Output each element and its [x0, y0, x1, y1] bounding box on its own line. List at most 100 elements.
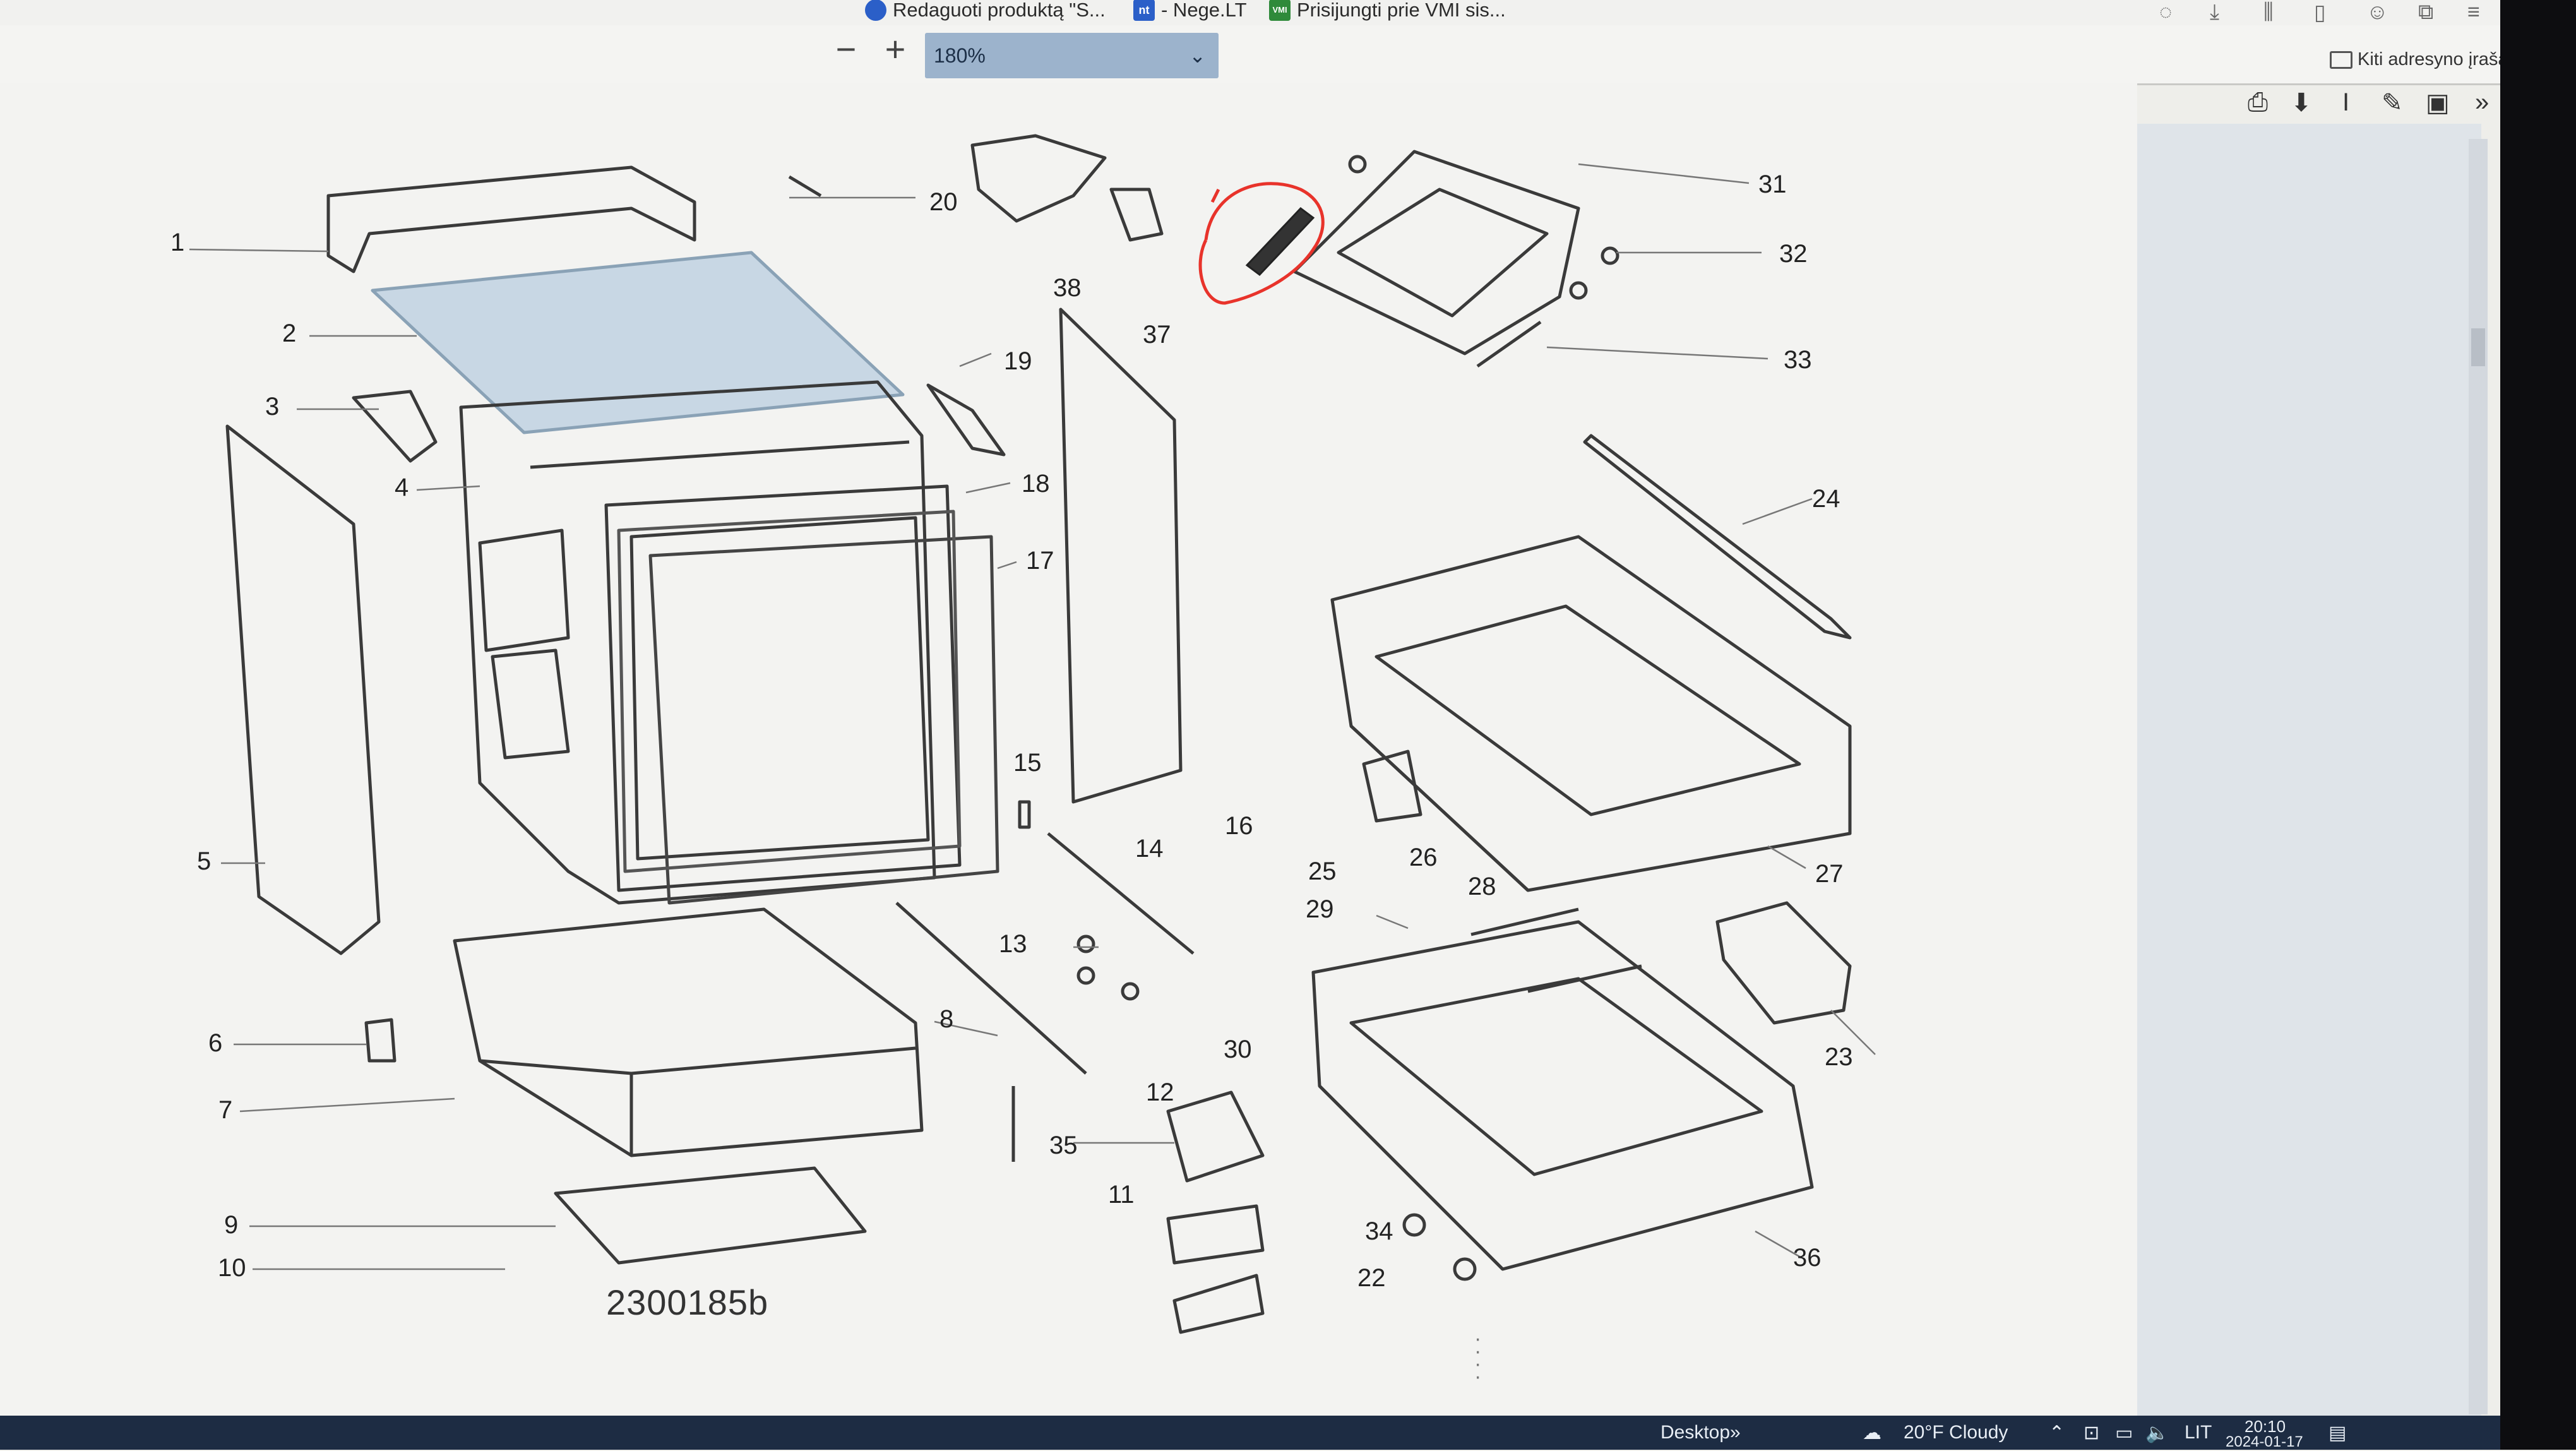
bookmark-label: Redaguoti produktą "S... [893, 0, 1106, 21]
folder-icon [2330, 51, 2352, 69]
desktop-label[interactable]: Desktop [1661, 1422, 1730, 1443]
callout-1: 1 [170, 229, 185, 256]
part-cutlery-basket [1715, 901, 1852, 1025]
callout-31: 31 [1758, 170, 1787, 198]
callout-23: 23 [1825, 1043, 1853, 1071]
part-bracket-19 [926, 383, 1006, 457]
callout-17: 17 [1026, 547, 1054, 575]
callout-13: 13 [999, 930, 1027, 958]
other-bookmarks[interactable]: Kiti adresyno įrašai [2330, 49, 2512, 70]
other-bookmarks-label: Kiti adresyno įrašai [2358, 49, 2512, 69]
highlight-circle [1198, 182, 1325, 305]
reader-view-icon[interactable]: ▯ [2314, 0, 2326, 25]
account-icon[interactable]: ☺ [2366, 0, 2388, 25]
callout-35: 35 [1049, 1132, 1078, 1159]
chevron-down-icon: ⌄ [1189, 44, 1206, 67]
callout-15: 15 [1013, 749, 1042, 777]
download-tray-icon[interactable]: ⤓ [2210, 0, 2219, 25]
print-icon[interactable]: ⎙ [2248, 88, 2268, 117]
volume-icon[interactable]: 🔈 [2145, 1422, 2169, 1444]
drag-handle-icon[interactable]: · · · · [1474, 1328, 1481, 1387]
more-icon[interactable]: » [2475, 88, 2489, 117]
part-clip-25 [1362, 749, 1422, 823]
callout-38: 38 [1053, 274, 1082, 302]
callout-16: 16 [1225, 812, 1253, 840]
image-icon[interactable]: ▣ [2426, 88, 2450, 117]
callout-2: 2 [282, 319, 297, 347]
part-small-15 [1018, 800, 1031, 829]
part-side-panel [225, 424, 381, 955]
callout-6: 6 [208, 1029, 223, 1057]
scrollbar[interactable] [2469, 139, 2488, 1414]
callout-8: 8 [939, 1005, 954, 1033]
callout-28: 28 [1468, 873, 1496, 900]
callout-34: 34 [1365, 1217, 1393, 1245]
part-door-frame [1059, 308, 1183, 804]
chevron-up-icon[interactable]: ⌃ [2049, 1422, 2065, 1444]
zoom-value: 180% [934, 44, 986, 67]
part-clip-6 [364, 1018, 397, 1063]
part-handle [326, 165, 696, 273]
callout-33: 33 [1784, 346, 1812, 374]
callout-27: 27 [1815, 860, 1844, 888]
document-number: 2300185b [606, 1282, 769, 1322]
callout-22: 22 [1357, 1264, 1386, 1292]
scrollbar-thumb[interactable] [2471, 328, 2485, 366]
callout-4: 4 [395, 474, 409, 501]
callout-12: 12 [1146, 1078, 1174, 1106]
history-icon[interactable]: ◌ [2159, 0, 2172, 25]
callout-7: 7 [218, 1096, 233, 1124]
bookmark-vmi-icon: VMI [1269, 0, 1291, 21]
part-bracket-3 [352, 390, 438, 463]
callout-20: 20 [929, 188, 958, 216]
bookmark-vmi[interactable]: VMI Prisijungti prie VMI sis... [1269, 0, 1506, 24]
part-wheel-holder [1166, 1090, 1265, 1183]
bookmark-globe-icon [865, 0, 886, 21]
extensions-icon[interactable]: ⧉ [2418, 0, 2433, 25]
pdf-toolbar [0, 25, 2576, 85]
part-rack-rail [1583, 434, 1852, 640]
bookmark-nege[interactable]: nt - Nege.LT [1133, 0, 1247, 24]
language-indicator[interactable]: LIT [2185, 1422, 2212, 1443]
taskbar-more-icon[interactable]: » [1730, 1422, 1741, 1443]
part-hook-37 [1109, 188, 1164, 242]
part-dispenser [970, 134, 1107, 223]
zoom-out-button[interactable]: − [827, 30, 865, 71]
callout-9: 9 [224, 1211, 239, 1239]
pdf-viewer-margin [2137, 124, 2481, 1416]
clock-date[interactable]: 2024-01-17 [2226, 1433, 2303, 1451]
callout-37: 37 [1143, 321, 1171, 349]
part-rod [895, 902, 1087, 1075]
zoom-in-button[interactable]: + [876, 30, 914, 71]
part-rail [1047, 832, 1195, 955]
weather-text[interactable]: 20°F Cloudy [1904, 1422, 2008, 1443]
zoom-select[interactable]: 180% ⌄ [925, 33, 1219, 78]
bookmark-edit-product[interactable]: Redaguoti produktą "S... [865, 0, 1106, 24]
callout-32: 32 [1779, 240, 1808, 268]
bookmark-label: - Nege.LT [1161, 0, 1247, 21]
display-icon[interactable]: ▭ [2115, 1422, 2133, 1444]
callout-19: 19 [1004, 347, 1032, 375]
bookmark-label: Prisijungti prie VMI sis... [1297, 0, 1506, 21]
callout-18: 18 [1022, 470, 1050, 498]
part-clip-20 [788, 175, 822, 198]
callout-36: 36 [1793, 1244, 1822, 1272]
pen-icon[interactable]: ✎ [2382, 88, 2403, 117]
network-icon[interactable]: ⊡ [2084, 1422, 2099, 1444]
callout-24: 24 [1812, 485, 1840, 513]
download-icon[interactable]: ⬇ [2291, 88, 2312, 117]
bookmark-nege-icon: nt [1133, 0, 1155, 21]
notifications-icon[interactable]: ▤ [2329, 1422, 2346, 1444]
bookmarks-bar: Redaguoti produktą "S... nt - Nege.LT VM… [0, 0, 2576, 25]
part-top-plate [371, 251, 905, 434]
callout-3: 3 [265, 393, 280, 421]
callout-30: 30 [1224, 1036, 1252, 1063]
menu-icon[interactable]: ≡ [2467, 0, 2480, 25]
part-base-tub [453, 907, 924, 1157]
weather-icon: ☁ [1863, 1423, 1881, 1443]
library-icon[interactable]: ⫼ [2263, 0, 2274, 25]
text-select-icon[interactable]: I [2342, 88, 2349, 117]
callout-29: 29 [1306, 895, 1334, 923]
callout-26: 26 [1409, 844, 1438, 871]
callout-10: 10 [218, 1254, 246, 1282]
